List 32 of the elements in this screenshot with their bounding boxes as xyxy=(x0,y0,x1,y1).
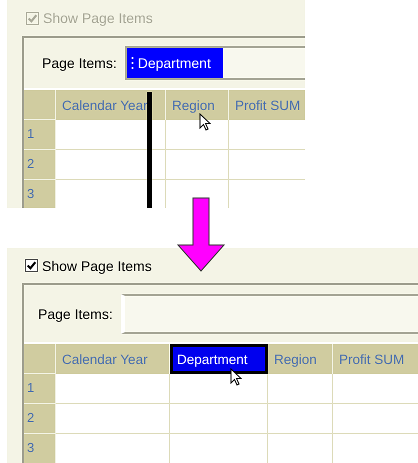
table-cell xyxy=(268,404,333,434)
page-item-chip[interactable]: Department xyxy=(126,48,223,78)
corner-cell xyxy=(24,90,56,120)
table-cell xyxy=(166,120,229,150)
table-cell xyxy=(166,180,229,208)
table-cell xyxy=(268,374,333,404)
corner-cell xyxy=(24,344,56,374)
table-cell xyxy=(166,150,229,180)
column-header[interactable]: Profit SUM xyxy=(229,90,305,120)
cursor-icon xyxy=(199,113,211,132)
row-header: 1 xyxy=(24,374,56,404)
column-header[interactable]: Department xyxy=(170,344,268,374)
row-header: 1 xyxy=(24,120,56,150)
row-header: 2 xyxy=(24,150,56,180)
page-items-label: Page Items: xyxy=(38,306,113,322)
page-items-label: Page Items: xyxy=(42,55,117,71)
checkbox-label: Show Page Items xyxy=(43,10,153,26)
arrow-icon xyxy=(176,197,226,273)
page-items-field[interactable]: Department xyxy=(124,46,305,80)
grip-icon xyxy=(130,56,134,70)
cursor-icon xyxy=(230,368,242,387)
checkbox-label: Show Page Items xyxy=(42,258,152,274)
column-header[interactable]: Calendar Year xyxy=(56,344,170,374)
checkbox[interactable] xyxy=(25,259,38,272)
column-header[interactable]: Profit SUM xyxy=(333,344,418,374)
row-header: 3 xyxy=(24,434,56,463)
row-header: 2 xyxy=(24,404,56,434)
row-header: 3 xyxy=(24,180,56,208)
column-header[interactable]: Region xyxy=(268,344,333,374)
column-header[interactable]: Calendar Year xyxy=(56,90,166,120)
table-cell xyxy=(268,434,333,463)
column-header[interactable]: Region xyxy=(166,90,229,120)
